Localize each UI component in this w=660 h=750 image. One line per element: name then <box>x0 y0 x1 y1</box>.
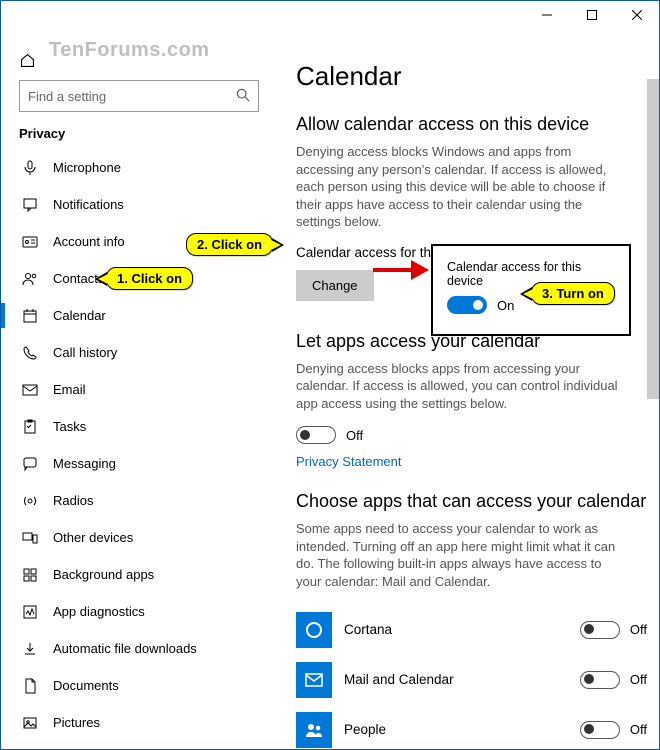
sidebar-item-label: Radios <box>53 493 93 508</box>
search-input[interactable]: Find a setting <box>19 80 259 112</box>
people-icon <box>296 712 332 748</box>
pictures-icon <box>21 714 39 732</box>
tasks-icon <box>21 418 39 436</box>
minimize-button[interactable] <box>524 1 569 29</box>
radios-icon <box>21 492 39 510</box>
sidebar-item-email[interactable]: Email <box>19 371 266 408</box>
sidebar-item-messaging[interactable]: Messaging <box>19 445 266 482</box>
desc-choose-apps: Some apps need to access your calendar t… <box>296 520 626 590</box>
sidebar-item-calendar[interactable]: Calendar <box>19 297 266 334</box>
sidebar-item-other-devices[interactable]: Other devices <box>19 519 266 556</box>
callout-3: 3. Turn on <box>531 282 615 305</box>
sidebar-item-notifications[interactable]: Notifications <box>19 186 266 223</box>
sidebar-item-auto-file-downloads[interactable]: Automatic file downloads <box>19 630 266 667</box>
sidebar-item-documents[interactable]: Documents <box>19 667 266 704</box>
sidebar-item-tasks[interactable]: Tasks <box>19 408 266 445</box>
app-row-mail: Mail and Calendar Off <box>296 655 647 705</box>
contacts-icon <box>21 270 39 288</box>
app-toggle-mail[interactable]: Off <box>580 671 647 689</box>
sidebar: Find a setting Privacy Microphone Notifi… <box>1 31 276 749</box>
callout-1: 1. Click on <box>106 267 193 290</box>
sidebar-item-label: Account info <box>53 234 125 249</box>
sidebar-item-label: Email <box>53 382 86 397</box>
app-name: Mail and Calendar <box>344 672 568 687</box>
mail-icon <box>296 662 332 698</box>
heading-choose-apps: Choose apps that can access your calenda… <box>296 491 647 512</box>
search-icon <box>236 88 250 105</box>
notifications-icon <box>21 196 39 214</box>
search-placeholder: Find a setting <box>28 89 106 104</box>
microphone-icon <box>21 159 39 177</box>
call-history-icon <box>21 344 39 362</box>
toggle-label: Off <box>346 428 363 443</box>
scrollbar[interactable] <box>647 79 659 399</box>
sidebar-item-label: Calendar <box>53 308 106 323</box>
section-title: Privacy <box>19 126 266 141</box>
app-list: Cortana Off Mail and Calendar Off People… <box>296 605 647 749</box>
sidebar-item-label: Messaging <box>53 456 116 471</box>
privacy-statement-link[interactable]: Privacy Statement <box>296 454 647 469</box>
app-toggle-people[interactable]: Off <box>580 721 647 739</box>
sidebar-item-label: Tasks <box>53 419 86 434</box>
maximize-button[interactable] <box>569 1 614 29</box>
sidebar-item-label: Microphone <box>53 160 121 175</box>
sidebar-item-app-diagnostics[interactable]: App diagnostics <box>19 593 266 630</box>
popup-toggle-label: On <box>497 298 514 313</box>
download-icon <box>21 640 39 658</box>
sidebar-item-label: Documents <box>53 678 119 693</box>
calendar-icon <box>21 307 39 325</box>
back-button[interactable] <box>19 31 47 40</box>
cortana-icon <box>296 612 332 648</box>
app-diagnostics-icon <box>21 603 39 621</box>
app-toggle-cortana[interactable]: Off <box>580 621 647 639</box>
app-row-cortana: Cortana Off <box>296 605 647 655</box>
app-name: Cortana <box>344 622 568 637</box>
callout-2: 2. Click on <box>186 233 273 256</box>
background-apps-icon <box>21 566 39 584</box>
red-arrow-icon <box>371 255 431 285</box>
sidebar-item-label: App diagnostics <box>53 604 145 619</box>
sidebar-item-label: Automatic file downloads <box>53 641 197 656</box>
heading-allow-access: Allow calendar access on this device <box>296 114 647 135</box>
sidebar-item-label: Other devices <box>53 530 133 545</box>
app-row-people: People Off <box>296 705 647 749</box>
sidebar-item-microphone[interactable]: Microphone <box>19 149 266 186</box>
home-icon[interactable] <box>19 57 36 72</box>
let-apps-toggle[interactable]: Off <box>296 426 647 444</box>
sidebar-item-label: Call history <box>53 345 117 360</box>
main-content: Calendar Allow calendar access on this d… <box>276 31 659 749</box>
email-icon <box>21 381 39 399</box>
documents-icon <box>21 677 39 695</box>
messaging-icon <box>21 455 39 473</box>
sidebar-item-background-apps[interactable]: Background apps <box>19 556 266 593</box>
page-title: Calendar <box>296 61 647 92</box>
change-button[interactable]: Change <box>296 270 374 301</box>
sidebar-item-label: Background apps <box>53 567 154 582</box>
sidebar-item-call-history[interactable]: Call history <box>19 334 266 371</box>
sidebar-item-radios[interactable]: Radios <box>19 482 266 519</box>
account-info-icon <box>21 233 39 251</box>
other-devices-icon <box>21 529 39 547</box>
sidebar-item-label: Notifications <box>53 197 124 212</box>
desc-allow-access: Denying access blocks Windows and apps f… <box>296 143 626 231</box>
app-name: People <box>344 722 568 737</box>
desc-let-apps: Denying access blocks apps from accessin… <box>296 360 626 413</box>
sidebar-item-pictures[interactable]: Pictures <box>19 704 266 741</box>
sidebar-item-label: Pictures <box>53 715 100 730</box>
close-button[interactable] <box>614 1 659 29</box>
titlebar <box>1 1 659 31</box>
